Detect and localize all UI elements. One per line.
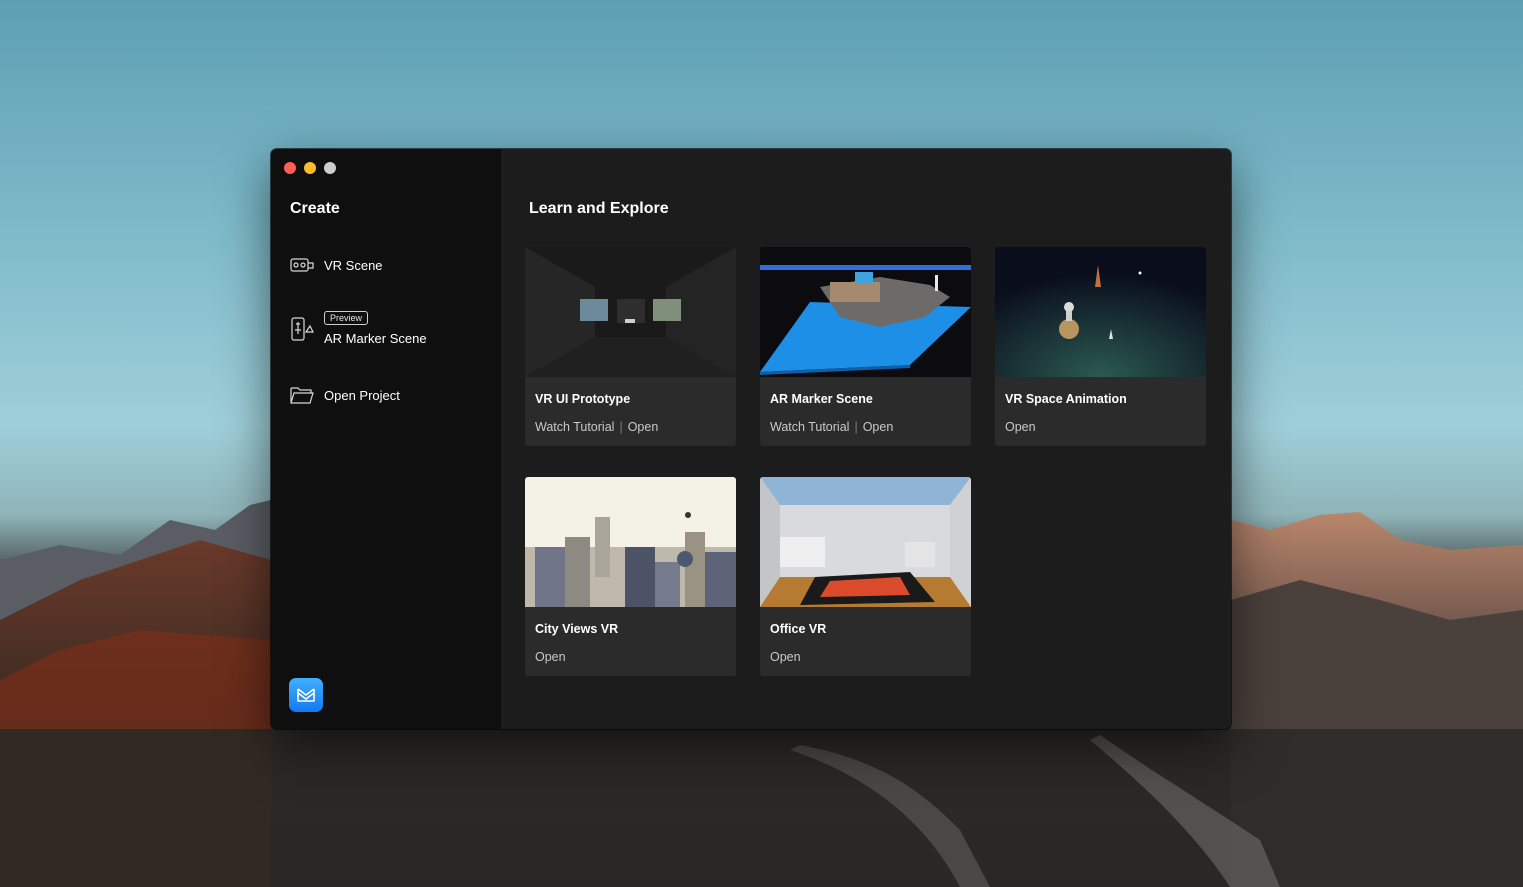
open-link[interactable]: Open — [628, 420, 659, 434]
card-vr-ui-prototype[interactable]: VR UI Prototype Watch Tutorial | Open — [525, 247, 736, 446]
card-vr-space-animation[interactable]: VR Space Animation Open — [995, 247, 1206, 446]
card-title: VR UI Prototype — [535, 392, 631, 406]
learn-explore-heading: Learn and Explore — [529, 200, 669, 217]
card-title: VR Space Animation — [1005, 392, 1127, 406]
sidebar-item-ar-marker-scene[interactable]: Preview AR Marker Scene — [290, 311, 427, 346]
sidebar-item-label: Open Project — [324, 387, 400, 403]
watch-tutorial-link[interactable]: Watch Tutorial — [535, 420, 614, 434]
sidebar-item-open-project[interactable]: Open Project — [290, 383, 400, 407]
watch-tutorial-link[interactable]: Watch Tutorial — [770, 420, 849, 434]
app-logo-icon[interactable] — [289, 678, 323, 712]
folder-icon — [290, 383, 314, 407]
card-title: City Views VR — [535, 622, 619, 636]
card-title: Office VR — [770, 622, 827, 636]
ar-phone-icon — [290, 316, 314, 341]
sidebar-item-label: AR Marker Scene — [324, 331, 427, 346]
card-thumbnail — [995, 247, 1206, 377]
minimize-button[interactable] — [304, 162, 316, 174]
sidebar-item-label: VR Scene — [324, 257, 383, 273]
card-thumbnail — [525, 247, 736, 377]
vr-headset-icon — [290, 253, 314, 277]
card-thumbnail — [525, 477, 736, 607]
link-separator: | — [854, 420, 858, 434]
card-city-views-vr[interactable]: City Views VR Open — [525, 477, 736, 676]
card-office-vr[interactable]: Office VR Open — [760, 477, 971, 676]
open-link[interactable]: Open — [770, 650, 801, 664]
card-ar-marker-scene[interactable]: AR Marker Scene Watch Tutorial | Open — [760, 247, 971, 446]
card-thumbnail — [760, 247, 971, 377]
sidebar: Create VR Scene Preview AR Marker Scene … — [271, 149, 501, 729]
sidebar-item-vr-scene[interactable]: VR Scene — [290, 253, 383, 277]
app-window: Create VR Scene Preview AR Marker Scene … — [271, 149, 1231, 729]
link-separator: | — [619, 420, 623, 434]
window-controls — [284, 162, 336, 174]
main-panel: Learn and Explore VR UI Prototype Watch … — [501, 149, 1231, 729]
open-link[interactable]: Open — [535, 650, 566, 664]
open-link[interactable]: Open — [863, 420, 894, 434]
preview-badge: Preview — [324, 311, 369, 325]
card-thumbnail — [760, 477, 971, 607]
zoom-button[interactable] — [324, 162, 336, 174]
card-title: AR Marker Scene — [770, 392, 873, 406]
open-link[interactable]: Open — [1005, 420, 1036, 434]
close-button[interactable] — [284, 162, 296, 174]
create-heading: Create — [290, 200, 340, 217]
